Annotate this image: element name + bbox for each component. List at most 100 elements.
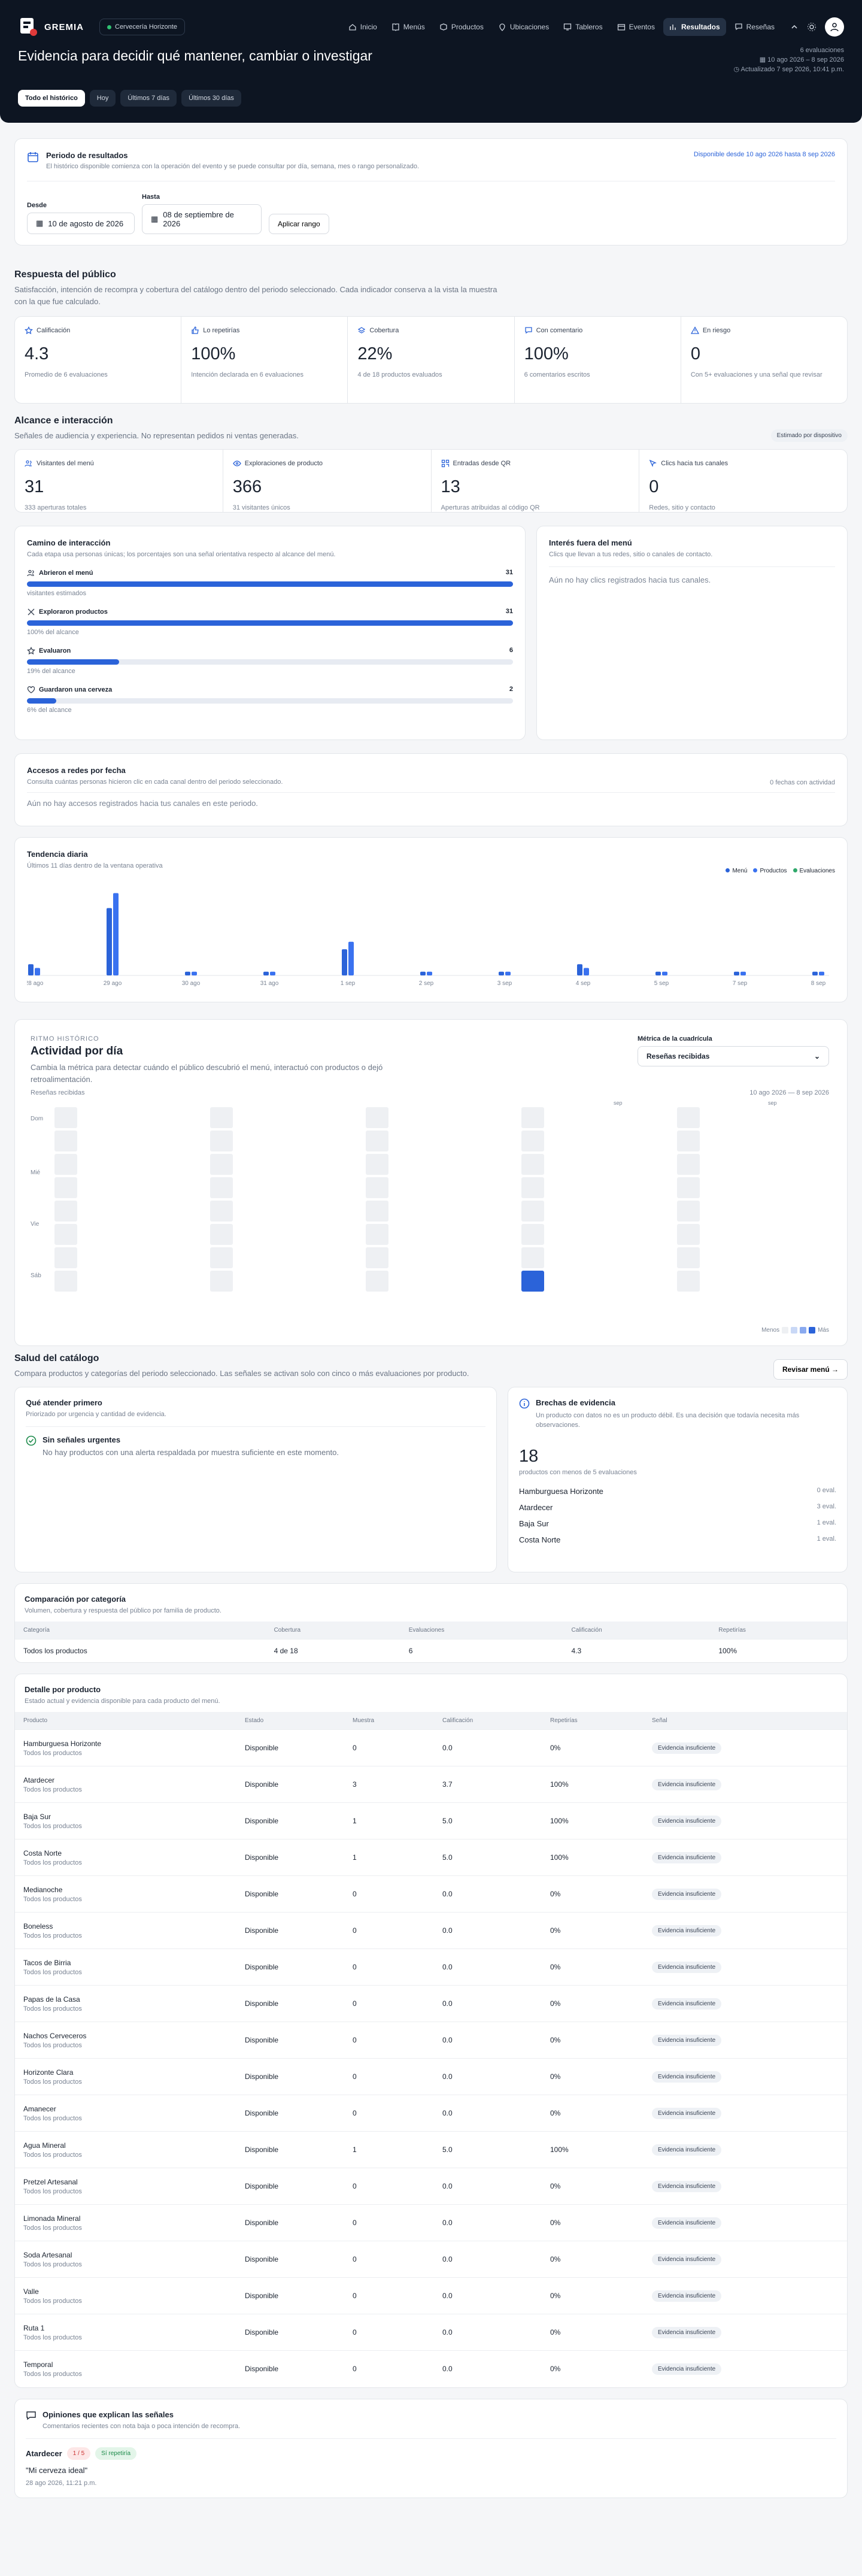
- heatmap-cell[interactable]: [54, 1154, 77, 1175]
- trend-bar[interactable]: [342, 949, 347, 975]
- heatmap-cell[interactable]: [210, 1201, 233, 1222]
- heatmap-cell[interactable]: [210, 1154, 233, 1175]
- heatmap-cell[interactable]: [677, 1247, 700, 1268]
- to-date-input[interactable]: ▦ 08 de septiembre de 2026: [142, 204, 262, 234]
- heatmap-cell[interactable]: [366, 1224, 388, 1245]
- range-tab-1[interactable]: Hoy: [89, 90, 116, 107]
- nav-item-0[interactable]: Inicio: [342, 18, 383, 36]
- table-row[interactable]: Hamburguesa Horizonte Todos los productos…: [15, 1729, 847, 1766]
- trend-bar[interactable]: [113, 893, 119, 976]
- heatmap-cell[interactable]: [677, 1201, 700, 1222]
- heatmap-cell[interactable]: [677, 1177, 700, 1198]
- trend-bar[interactable]: [662, 971, 667, 975]
- heatmap-cell[interactable]: [210, 1177, 233, 1198]
- table-row[interactable]: Tacos de Birria Todos los productos Dispon…: [15, 1948, 847, 1986]
- gap-item[interactable]: Atardecer 3 eval.: [519, 1499, 836, 1516]
- heatmap-cell[interactable]: [521, 1201, 544, 1222]
- table-row[interactable]: Todos los productos 4 de 18 6 4.3 100%: [15, 1639, 847, 1662]
- heatmap-cell[interactable]: [521, 1224, 544, 1245]
- nav-item-4[interactable]: Tableros: [557, 18, 608, 36]
- table-row[interactable]: Valle Todos los productos Disponible 0 0.0 0%…: [15, 2277, 847, 2314]
- avatar[interactable]: [825, 17, 844, 37]
- heatmap-cell[interactable]: [677, 1271, 700, 1292]
- brand-logo[interactable]: GREMIA: [18, 17, 84, 37]
- gap-item[interactable]: Costa Norte 1 eval.: [519, 1532, 836, 1548]
- heatmap-cell[interactable]: [366, 1271, 388, 1292]
- trend-bar[interactable]: [584, 968, 589, 976]
- metric-select[interactable]: Reseñas recibidas ⌄: [638, 1046, 829, 1066]
- review-menu-button[interactable]: Revisar menú →: [773, 1359, 848, 1380]
- heatmap-cell[interactable]: [521, 1154, 544, 1175]
- heatmap-cell[interactable]: [366, 1107, 388, 1128]
- heatmap-cell[interactable]: [54, 1247, 77, 1268]
- from-date-input[interactable]: ▦ 10 de agosto de 2026: [27, 213, 135, 234]
- nav-item-3[interactable]: Ubicaciones: [492, 18, 555, 36]
- heatmap-cell[interactable]: [521, 1177, 544, 1198]
- trend-bar[interactable]: [740, 971, 746, 975]
- trend-bar[interactable]: [505, 971, 511, 975]
- venue-selector[interactable]: Cervecería Horizonte: [99, 19, 185, 35]
- table-row[interactable]: Soda Artesanal Todos los productos Disponi…: [15, 2241, 847, 2278]
- heatmap-cell[interactable]: [677, 1224, 700, 1245]
- nav-item-6[interactable]: Resultados: [663, 18, 726, 36]
- trend-bar[interactable]: [420, 971, 426, 975]
- heatmap-cell[interactable]: [366, 1201, 388, 1222]
- chevron-up-icon[interactable]: [790, 23, 799, 31]
- range-tab-2[interactable]: Últimos 7 días: [120, 90, 177, 107]
- heatmap-cell[interactable]: [54, 1271, 77, 1292]
- heatmap-cell[interactable]: [210, 1107, 233, 1128]
- gap-item[interactable]: Hamburguesa Horizonte 0 eval.: [519, 1483, 836, 1499]
- trend-bar[interactable]: [28, 964, 34, 975]
- heatmap-cell[interactable]: [210, 1271, 233, 1292]
- heatmap-cell[interactable]: [54, 1201, 77, 1222]
- heatmap-cell[interactable]: [677, 1154, 700, 1175]
- heatmap-cell[interactable]: [366, 1177, 388, 1198]
- trend-bar[interactable]: [35, 968, 40, 976]
- table-row[interactable]: Nachos Cerveceros Todos los productos Disp…: [15, 2022, 847, 2059]
- table-row[interactable]: Papas de la Casa Todos los productos Dispo…: [15, 1985, 847, 2022]
- trend-bar[interactable]: [427, 971, 432, 975]
- heatmap-cell[interactable]: [54, 1177, 77, 1198]
- heatmap-cell[interactable]: [54, 1224, 77, 1245]
- trend-bar[interactable]: [270, 971, 275, 975]
- heatmap-cell[interactable]: [210, 1131, 233, 1151]
- heatmap-cell[interactable]: [677, 1131, 700, 1151]
- table-row[interactable]: Temporal Todos los productos Disponible 0 0.…: [15, 2350, 847, 2387]
- heatmap-cell[interactable]: [366, 1131, 388, 1151]
- trend-bar[interactable]: [185, 971, 190, 975]
- table-row[interactable]: Boneless Todos los productos Disponible 0 0.…: [15, 1912, 847, 1949]
- heatmap-cell[interactable]: [521, 1247, 544, 1268]
- nav-item-1[interactable]: Menús: [386, 18, 431, 36]
- range-tab-3[interactable]: Últimos 30 días: [181, 90, 241, 107]
- heatmap-cell[interactable]: [677, 1107, 700, 1128]
- trend-bar[interactable]: [819, 971, 824, 975]
- heatmap-cell[interactable]: [210, 1247, 233, 1268]
- table-row[interactable]: Atardecer Todos los productos Disponible 3 3…: [15, 1766, 847, 1803]
- trend-bar[interactable]: [499, 971, 504, 975]
- range-tab-0[interactable]: Todo el histórico: [18, 90, 85, 107]
- heatmap-cell[interactable]: [54, 1107, 77, 1128]
- table-row[interactable]: Ruta 1 Todos los productos Disponible 0 0.0 0…: [15, 2314, 847, 2351]
- table-row[interactable]: Agua Mineral Todos los productos Disponibl…: [15, 2131, 847, 2168]
- gear-icon[interactable]: [807, 22, 817, 32]
- table-row[interactable]: Pretzel Artesanal Todos los productos Disp…: [15, 2168, 847, 2205]
- nav-item-7[interactable]: Reseñas: [729, 18, 781, 36]
- table-row[interactable]: Horizonte Clara Todos los productos Dispon…: [15, 2058, 847, 2095]
- heatmap-cell[interactable]: [366, 1154, 388, 1175]
- heatmap-cell[interactable]: [521, 1271, 544, 1292]
- table-row[interactable]: Costa Norte Todos los productos Disponible…: [15, 1839, 847, 1876]
- heatmap-cell[interactable]: [521, 1131, 544, 1151]
- heatmap-cell[interactable]: [210, 1224, 233, 1245]
- table-row[interactable]: Limonada Mineral Todos los productos Dispo…: [15, 2204, 847, 2241]
- trend-bar[interactable]: [734, 971, 739, 975]
- table-row[interactable]: Baja Sur Todos los productos Disponible 1 5.…: [15, 1802, 847, 1839]
- nav-item-2[interactable]: Productos: [433, 18, 490, 36]
- heatmap-cell[interactable]: [366, 1247, 388, 1268]
- nav-item-5[interactable]: Eventos: [611, 18, 661, 36]
- trend-bar[interactable]: [577, 964, 582, 975]
- table-row[interactable]: Medianoche Todos los productos Disponible 0…: [15, 1875, 847, 1913]
- trend-bar[interactable]: [655, 971, 661, 975]
- gap-item[interactable]: Baja Sur 1 eval.: [519, 1516, 836, 1532]
- trend-bar[interactable]: [192, 971, 197, 975]
- trend-bar[interactable]: [812, 971, 818, 975]
